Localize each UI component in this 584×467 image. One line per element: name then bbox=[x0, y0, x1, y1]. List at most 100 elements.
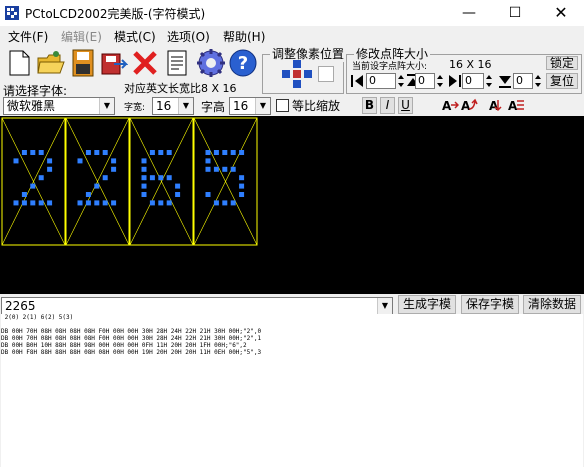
save-disk-icon[interactable] bbox=[68, 48, 98, 78]
output-line: 2(0) 2(1) 6(2) 5(3) bbox=[1, 314, 74, 321]
delete-icon[interactable] bbox=[130, 48, 160, 78]
new-file-icon[interactable] bbox=[4, 48, 34, 78]
glyph-pixel bbox=[85, 200, 91, 206]
menu-options[interactable]: 选项(O) bbox=[167, 28, 210, 45]
rotate-icon[interactable]: A bbox=[488, 97, 506, 113]
menu-help[interactable]: 帮助(H) bbox=[223, 28, 265, 45]
export-icon[interactable] bbox=[98, 48, 128, 78]
glyph-pixel bbox=[102, 150, 108, 155]
proportional-checkbox[interactable] bbox=[276, 99, 289, 112]
mirror-icon[interactable]: A bbox=[507, 97, 525, 113]
font-combo-value: 微软雅黑 bbox=[7, 99, 56, 113]
bold-button[interactable]: B bbox=[362, 97, 377, 114]
glyph-cell[interactable] bbox=[193, 117, 258, 246]
svg-text:?: ? bbox=[238, 53, 248, 74]
output-line: DB 00H 70H 08H 08H 08H 08H F0H 00H 00H 3… bbox=[1, 328, 262, 335]
maximize-button[interactable]: ☐ bbox=[492, 0, 538, 26]
shrink-left-icon[interactable] bbox=[350, 73, 366, 89]
chevron-down-icon[interactable]: ▼ bbox=[255, 98, 270, 114]
glyph-pixel bbox=[166, 200, 172, 206]
clear-data-button[interactable]: 清除数据 bbox=[523, 295, 581, 314]
glyph-pixel bbox=[166, 150, 172, 155]
chevron-down-icon[interactable]: ▼ bbox=[99, 98, 114, 114]
menu-file[interactable]: 文件(F) bbox=[8, 28, 48, 45]
grow-bottom-icon[interactable] bbox=[497, 73, 513, 89]
italic-button[interactable]: I bbox=[380, 97, 395, 114]
glyph-pixel bbox=[38, 175, 44, 181]
font-combo[interactable]: 微软雅黑 ▼ bbox=[3, 97, 115, 115]
glyph-pixel bbox=[94, 200, 100, 206]
glyph-pixel bbox=[149, 175, 155, 181]
current-size-value: 16 X 16 bbox=[449, 58, 492, 71]
minimize-button[interactable]: — bbox=[446, 0, 492, 26]
glyph-pixel bbox=[222, 150, 228, 155]
spin-left-arrows-icon[interactable] bbox=[397, 73, 405, 89]
spin-right[interactable]: 0 bbox=[462, 73, 484, 89]
glyph-pixel bbox=[158, 150, 164, 155]
text-input[interactable]: 2265 ▼ bbox=[1, 297, 393, 315]
char-height-combo[interactable]: 16 ▼ bbox=[229, 97, 271, 115]
help-question-icon[interactable]: ? bbox=[228, 48, 258, 78]
char-width-value: 16 bbox=[156, 99, 172, 113]
svg-text:A: A bbox=[508, 99, 518, 113]
spin-bottom-arrows-icon[interactable] bbox=[534, 73, 542, 89]
text-input-value: 2265 bbox=[5, 299, 36, 313]
output-textarea[interactable]: 2(0) 2(1) 6(2) 5(3) DB 00H 70H 08H 08H 08… bbox=[1, 314, 583, 467]
glyph-pixel bbox=[230, 166, 236, 172]
settings-gear-icon[interactable] bbox=[196, 48, 226, 78]
document-icon[interactable] bbox=[162, 48, 192, 78]
glyph-pixel bbox=[158, 200, 164, 206]
pixel-arrows-icon[interactable] bbox=[280, 60, 314, 90]
glyph-pixel bbox=[141, 166, 147, 172]
menu-mode[interactable]: 模式(C) bbox=[114, 28, 156, 45]
glyph-pixel bbox=[230, 200, 236, 206]
glyph-pixel bbox=[239, 150, 245, 155]
generate-button[interactable]: 生成字模 bbox=[398, 295, 456, 314]
window-title: PCtoLCD2002完美版-(字符模式) bbox=[25, 7, 206, 21]
glyph-pixel bbox=[175, 192, 181, 197]
glyph-pixel bbox=[38, 200, 44, 206]
glyph-canvas[interactable] bbox=[0, 116, 584, 294]
close-button[interactable]: ✕ bbox=[538, 0, 584, 26]
glyph-pixel bbox=[205, 158, 211, 164]
spin-top-arrows-icon[interactable] bbox=[436, 73, 444, 89]
char-width-label: 字宽: bbox=[124, 103, 146, 113]
output-line: DB 00H B0H 10H 88H 88H 98H 00H 00H 00H 0… bbox=[1, 342, 247, 349]
glyph-cell[interactable] bbox=[65, 117, 130, 246]
glyph-pixel bbox=[213, 166, 219, 172]
chevron-down-icon[interactable]: ▼ bbox=[178, 98, 193, 114]
glyph-pixel bbox=[141, 192, 147, 197]
glyph-pixel bbox=[13, 158, 19, 164]
glyph-pixel bbox=[149, 150, 155, 155]
glyph-cell[interactable] bbox=[1, 117, 66, 246]
reset-button[interactable]: 复位 bbox=[546, 73, 578, 89]
glyph-pixel bbox=[13, 200, 19, 206]
grow-right-icon[interactable] bbox=[446, 73, 462, 89]
glyph-pixel bbox=[213, 200, 219, 206]
lock-button[interactable]: 锁定 bbox=[546, 56, 578, 70]
svg-text:A: A bbox=[461, 99, 471, 113]
menu-edit[interactable]: 编辑(E) bbox=[61, 28, 102, 45]
output-line: DB 00H 70H 08H 08H 08H 08H F0H 00H 00H 3… bbox=[1, 335, 262, 342]
spin-right-arrows-icon[interactable] bbox=[485, 73, 493, 89]
svg-text:A: A bbox=[442, 99, 452, 113]
glyph-pixel bbox=[222, 200, 228, 206]
chevron-down-icon[interactable]: ▼ bbox=[377, 298, 392, 314]
glyph-pixel bbox=[166, 175, 172, 181]
glyph-pixel bbox=[94, 150, 100, 155]
char-width-combo[interactable]: 16 ▼ bbox=[152, 97, 194, 115]
flip-horizontal-icon[interactable]: A bbox=[441, 97, 459, 113]
spin-top[interactable]: 0 bbox=[415, 73, 435, 89]
pixel-reset-box[interactable] bbox=[318, 66, 334, 82]
underline-button[interactable]: U bbox=[398, 97, 413, 114]
glyph-pixel bbox=[21, 192, 27, 197]
glyph-pixel bbox=[222, 166, 228, 172]
flip-vertical-icon[interactable]: A bbox=[460, 97, 478, 113]
open-folder-icon[interactable] bbox=[36, 48, 66, 78]
save-font-button[interactable]: 保存字模 bbox=[461, 295, 519, 314]
glyph-cell[interactable] bbox=[129, 117, 194, 246]
spin-bottom[interactable]: 0 bbox=[513, 73, 533, 89]
glyph-pixel bbox=[230, 150, 236, 155]
glyph-pixel bbox=[47, 166, 53, 172]
spin-left[interactable]: 0 bbox=[366, 73, 396, 89]
